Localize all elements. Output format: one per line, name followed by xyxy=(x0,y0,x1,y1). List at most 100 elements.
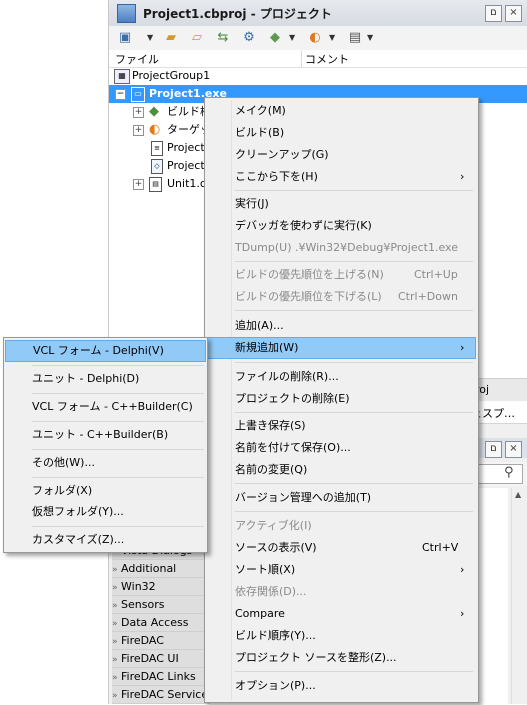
menu-item-build[interactable]: ビルド(B) xyxy=(205,122,476,144)
close-icon[interactable]: × xyxy=(505,441,522,458)
menu-separator xyxy=(235,310,473,311)
close-icon[interactable]: × xyxy=(505,5,522,22)
menu-item-run-no-debug[interactable]: デバッガを使わずに実行(K) xyxy=(205,215,476,237)
palette-category[interactable]: » Sensors xyxy=(112,596,210,614)
menu-separator xyxy=(235,412,473,413)
palette-category[interactable]: » FireDAC Links xyxy=(112,668,210,686)
menu-item-dependencies[interactable]: 依存関係(D)... xyxy=(205,581,476,603)
build-icon[interactable]: ⚙ xyxy=(241,30,257,46)
menu-separator xyxy=(235,483,473,484)
palette-category-label: FireDAC UI xyxy=(121,652,179,665)
expand-icon[interactable]: + xyxy=(133,125,144,136)
palette-scrollbar[interactable]: ▲ xyxy=(511,488,526,704)
menu-item-clean[interactable]: クリーンアップ(G) xyxy=(205,144,476,166)
menu-item-add-to-vcs[interactable]: バージョン管理への追加(T) xyxy=(205,487,476,509)
palette-category[interactable]: » Data Access xyxy=(112,614,210,632)
tree-column-header: ファイル コメント xyxy=(109,50,527,68)
menu-item-priority-up[interactable]: ビルドの優先順位を上げる(N) Ctrl+Up xyxy=(205,264,476,286)
search-icon[interactable]: ⚲ xyxy=(504,465,514,480)
menu-separator xyxy=(32,421,204,422)
view-icon[interactable]: ▤ xyxy=(347,30,363,46)
collapse-icon[interactable]: − xyxy=(115,89,126,100)
menu-item-save-as[interactable]: 名前を付けて保存(O)... xyxy=(205,437,476,459)
open-folder-icon[interactable]: ▱ xyxy=(189,30,205,46)
target-icon[interactable]: ◐ xyxy=(307,30,323,46)
submenu-item-vcl-form-cpp[interactable]: VCL フォーム - C++Builder(C) xyxy=(4,396,205,418)
menu-separator xyxy=(235,190,473,191)
palette-category[interactable]: » FireDAC xyxy=(112,632,210,650)
menu-item-compare[interactable]: Compare › xyxy=(205,603,476,625)
chevron-down-icon[interactable]: ▼ xyxy=(367,34,375,42)
menu-separator xyxy=(32,477,204,478)
run-icon[interactable]: ◆ xyxy=(267,30,283,46)
palette-category[interactable]: » Win32 xyxy=(112,578,210,596)
tree-row-group[interactable]: ▦ ProjectGroup1 xyxy=(109,67,527,85)
resource-file-icon: ◇ xyxy=(151,159,163,174)
menu-item-add[interactable]: 追加(A)... xyxy=(205,315,476,337)
add-folder-icon[interactable]: ▰ xyxy=(163,30,179,46)
column-file[interactable]: ファイル xyxy=(115,51,159,67)
palette-category[interactable]: » FireDAC UI xyxy=(112,650,210,668)
menu-item-rename[interactable]: 名前の変更(Q) xyxy=(205,459,476,481)
menu-separator xyxy=(32,526,204,527)
submenu-arrow-icon: › xyxy=(460,341,465,354)
project-group-label: ProjectGroup1 xyxy=(132,69,211,82)
new-item-icon[interactable]: ▣ xyxy=(117,30,133,46)
submenu-item-folder[interactable]: フォルダ(X) xyxy=(4,480,205,502)
menu-item-tdump[interactable]: TDump(U) .¥Win32¥Debug¥Project1.exe xyxy=(205,237,476,259)
build-config-icon: ◆ xyxy=(149,104,159,119)
palette-category-label: Sensors xyxy=(121,598,165,611)
menu-separator xyxy=(235,362,473,363)
scroll-up-icon[interactable]: ▲ xyxy=(515,490,521,499)
menu-item-sort-order[interactable]: ソート順(X) › xyxy=(205,559,476,581)
project-manager-icon xyxy=(117,4,136,23)
new-item-submenu: VCL フォーム - Delphi(V) ユニット - Delphi(D) VC… xyxy=(3,337,208,553)
panel-toolbar: ▣ ▼ ▰ ▱ ⇆ ⚙ ◆ ▼ ◐ ▼ ▤ ▼ xyxy=(109,26,527,51)
submenu-item-virtual-folder[interactable]: 仮想フォルダ(Y)... xyxy=(4,501,205,523)
palette-category-label: FireDAC xyxy=(121,634,164,647)
project-exe-icon: ▭ xyxy=(131,87,145,102)
menu-separator xyxy=(32,365,204,366)
panel-title: Project1.cbproj - プロジェクト xyxy=(143,7,332,21)
menu-item-format-source[interactable]: プロジェクト ソースを整形(Z)... xyxy=(205,647,476,669)
menu-separator xyxy=(235,511,473,512)
menu-item-save[interactable]: 上書き保存(S) xyxy=(205,415,476,437)
submenu-item-customize[interactable]: カスタマイズ(Z)... xyxy=(4,529,205,551)
chevron-down-icon[interactable]: ▼ xyxy=(289,34,297,42)
menu-item-build-order[interactable]: ビルド順序(Y)... xyxy=(205,625,476,647)
submenu-arrow-icon: › xyxy=(460,607,465,620)
submenu-item-unit-cpp[interactable]: ユニット - C++Builder(B) xyxy=(4,424,205,446)
submenu-arrow-icon: › xyxy=(460,563,465,576)
column-divider[interactable] xyxy=(301,50,302,67)
menu-item-priority-down[interactable]: ビルドの優先順位を下げる(L) Ctrl+Down xyxy=(205,286,476,308)
panel-titlebar[interactable]: Project1.cbproj - プロジェクト ם × xyxy=(109,0,527,27)
menu-item-from-here[interactable]: ここから下を(H) › xyxy=(205,166,476,188)
submenu-item-unit-delphi[interactable]: ユニット - Delphi(D) xyxy=(4,368,205,390)
menu-item-add-new[interactable]: 新規追加(W) › xyxy=(205,337,476,359)
palette-category[interactable]: » Additional xyxy=(112,560,210,578)
menu-item-options[interactable]: オプション(P)... xyxy=(205,675,476,697)
project-group-icon: ▦ xyxy=(114,69,130,84)
chevron-down-icon[interactable]: ▼ xyxy=(329,34,337,42)
menu-separator xyxy=(32,449,204,450)
submenu-item-vcl-form-delphi[interactable]: VCL フォーム - Delphi(V) xyxy=(5,340,206,362)
expand-icon[interactable]: + xyxy=(133,107,144,118)
submenu-item-other[interactable]: その他(W)... xyxy=(4,452,205,474)
menu-item-run[interactable]: 実行(J) xyxy=(205,193,476,215)
palette-category-label: Win32 xyxy=(121,580,156,593)
palette-category[interactable]: » FireDAC Services xyxy=(112,686,214,704)
chevron-down-icon[interactable]: ▼ xyxy=(147,34,155,42)
menu-item-activate[interactable]: アクティブ化(I) xyxy=(205,515,476,537)
menu-item-view-source[interactable]: ソースの表示(V) Ctrl+V xyxy=(205,537,476,559)
pin-icon[interactable]: ם xyxy=(485,5,502,22)
menu-separator xyxy=(235,261,473,262)
menu-item-make[interactable]: メイク(M) xyxy=(205,100,476,122)
sync-icon[interactable]: ⇆ xyxy=(215,30,231,46)
expand-icon[interactable]: + xyxy=(133,179,144,190)
menu-item-remove-file[interactable]: ファイルの削除(R)... xyxy=(205,366,476,388)
context-menu: メイク(M) ビルド(B) クリーンアップ(G) ここから下を(H) › 実行(J… xyxy=(204,97,479,703)
pin-icon[interactable]: ם xyxy=(485,441,502,458)
menu-item-remove-project[interactable]: プロジェクトの削除(E) xyxy=(205,388,476,410)
column-comment[interactable]: コメント xyxy=(305,51,349,67)
menu-separator xyxy=(235,671,473,672)
